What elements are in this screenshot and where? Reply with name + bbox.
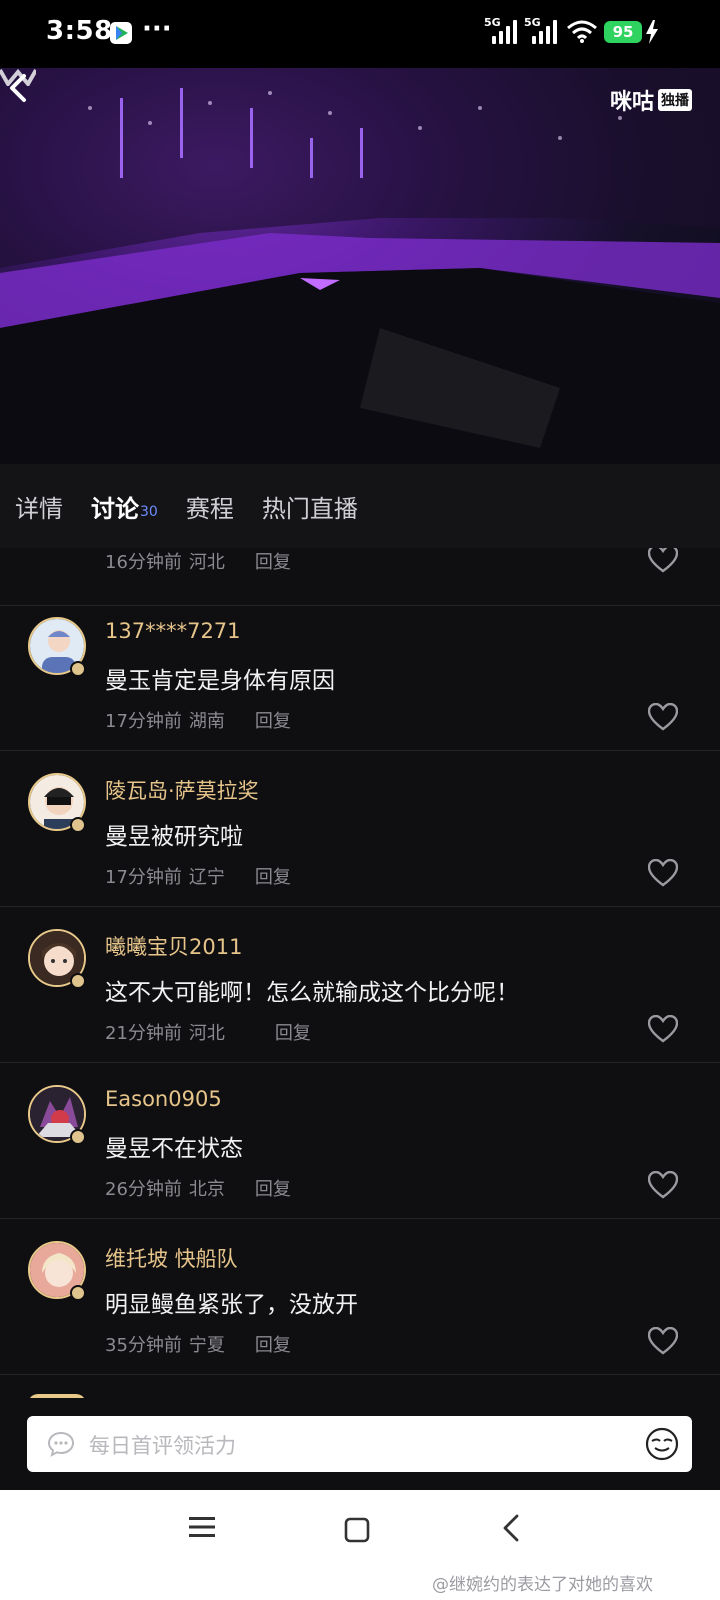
tab-details[interactable]: 详情 <box>15 489 63 524</box>
comment-username[interactable]: Eason0905 <box>105 1087 222 1111</box>
chat-bubble-icon <box>47 1431 75 1457</box>
video-player[interactable]: 咪咕 独播 <box>0 68 720 464</box>
tab-bar: 详情 讨论30 赛程 热门直播 <box>0 464 720 548</box>
brand-logo: 咪咕 独播 <box>610 84 692 116</box>
tournament-logo-icon <box>0 68 36 86</box>
verified-badge-icon <box>70 973 86 989</box>
back-chevron-icon[interactable] <box>499 1514 523 1542</box>
reply-button[interactable]: 回复 <box>255 1175 291 1201</box>
comment-username[interactable]: 137****7271 <box>105 619 241 643</box>
comment-username[interactable]: 曦曦宝贝2011 <box>105 931 242 961</box>
like-heart-icon[interactable] <box>648 1015 678 1043</box>
status-bar: 3:58 ··· 5G 5G 95 <box>0 0 720 68</box>
comment-list[interactable]: 16分钟前 河北 回复 137****7271 曼玉肯定是身体有原因 17分钟前… <box>0 548 720 1398</box>
verified-badge-icon <box>70 661 86 677</box>
verified-badge-icon <box>70 1129 86 1145</box>
comment-item: 137****7271 曼玉肯定是身体有原因 17分钟前 湖南 回复 <box>0 595 720 751</box>
like-heart-icon[interactable] <box>648 1327 678 1355</box>
like-heart-icon[interactable] <box>648 548 678 573</box>
comment-item: 维托坡 快船队 明显鳗鱼紧张了，没放开 35分钟前 宁夏 回复 <box>0 1219 720 1375</box>
wifi-icon <box>567 20 597 43</box>
comment-meta: 35分钟前 宁夏 回复 <box>105 1331 298 1357</box>
reply-button[interactable]: 回复 <box>255 863 291 889</box>
arena-scene <box>0 68 720 464</box>
watermark-text: @继婉约的表达了对她的喜欢 <box>432 1575 653 1595</box>
discussion-count: 30 <box>140 503 158 520</box>
home-square-icon[interactable] <box>344 1517 370 1543</box>
comment-item: 陵瓦岛·萨莫拉奖 曼昱被研究啦 17分钟前 辽宁 回复 <box>0 751 720 907</box>
like-heart-icon[interactable] <box>648 859 678 887</box>
comment-username[interactable]: 维托坡 快船队 <box>105 1243 238 1273</box>
reply-button[interactable]: 回复 <box>255 1331 291 1357</box>
more-notifications-icon: ··· <box>142 14 172 44</box>
verified-badge-icon <box>70 817 86 833</box>
comment-item: 曦曦宝贝2011 这不大可能啊！怎么就输成这个比分呢！ 21分钟前 河北 回复 <box>0 907 720 1063</box>
status-time: 3:58 <box>46 16 113 46</box>
like-heart-icon[interactable] <box>648 1171 678 1199</box>
signal-1-icon: 5G <box>484 16 520 44</box>
comment-meta: 17分钟前 湖南 回复 <box>105 707 298 733</box>
charging-bolt-icon <box>646 20 658 44</box>
comment-meta: 21分钟前 河北 回复 <box>105 1019 318 1045</box>
comment-item: Eason0905 曼昱不在状态 26分钟前 北京 回复 <box>0 1063 720 1219</box>
comment-meta: 26分钟前 北京 回复 <box>105 1175 298 1201</box>
comment-text: 曼昱被研究啦 <box>105 824 243 850</box>
reply-button[interactable]: 回复 <box>275 1019 311 1045</box>
play-store-icon <box>110 22 132 44</box>
recent-apps-icon[interactable] <box>189 1514 215 1540</box>
tab-discussion[interactable]: 讨论30 <box>91 489 158 524</box>
comment-username[interactable]: 陵瓦岛·萨莫拉奖 <box>105 775 259 805</box>
comment-input-bar: 每日首评领活力 <box>0 1398 720 1490</box>
like-heart-icon[interactable] <box>648 703 678 731</box>
comment-text: 曼玉肯定是身体有原因 <box>105 668 335 694</box>
reply-button[interactable]: 回复 <box>255 548 291 574</box>
verified-badge-icon <box>70 1285 86 1301</box>
comment-meta: 16分钟前 河北 回复 <box>105 548 298 574</box>
comment-meta: 17分钟前 辽宁 回复 <box>105 863 298 889</box>
battery-indicator: 95 <box>604 21 642 43</box>
emoji-icon[interactable] <box>644 1426 680 1462</box>
comment-input[interactable]: 每日首评领活力 <box>27 1416 692 1472</box>
signal-2-icon: 5G <box>524 16 560 44</box>
comment-input-placeholder: 每日首评领活力 <box>89 1434 236 1458</box>
comment-text: 明显鳗鱼紧张了，没放开 <box>105 1292 358 1318</box>
comment-text: 这不大可能啊！怎么就输成这个比分呢！ <box>105 980 519 1006</box>
tab-hot-live[interactable]: 热门直播 <box>262 489 358 524</box>
comment-text: 曼昱不在状态 <box>105 1136 243 1162</box>
tab-schedule[interactable]: 赛程 <box>186 489 234 524</box>
reply-button[interactable]: 回复 <box>255 707 291 733</box>
